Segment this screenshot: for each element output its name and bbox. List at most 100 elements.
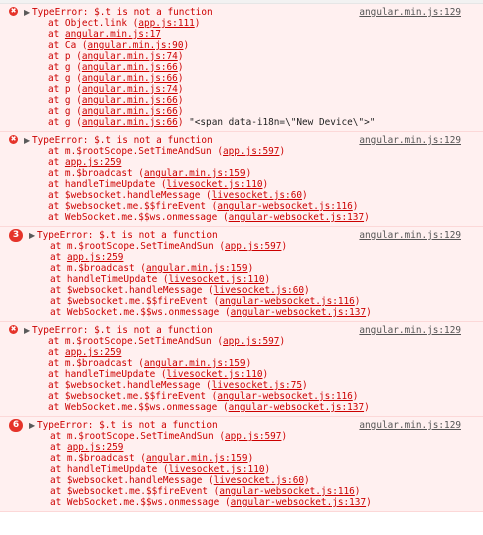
stack-frame: at p (angular.min.js:74) xyxy=(0,84,483,95)
stack-frame-link[interactable]: angular-websocket.js:116 xyxy=(219,296,354,307)
stack-frame-link[interactable]: angular.min.js:17 xyxy=(65,29,161,40)
stack-frame-close: ) xyxy=(304,285,310,296)
stack-frame: at app.js:259 xyxy=(0,252,483,263)
stack-frame: at g (angular.min.js:66) xyxy=(0,106,483,117)
stack-frame-link[interactable]: app.js:597 xyxy=(225,431,281,442)
stack-frame-text: at WebSocket.me.$$ws.onmessage ( xyxy=(50,307,231,318)
stack-frame-link[interactable]: angular.min.js:159 xyxy=(144,168,246,179)
stack-frame-link[interactable]: livesocket.js:110 xyxy=(167,369,263,380)
stack-frame-link[interactable]: angular-websocket.js:116 xyxy=(217,391,352,402)
stack-frame-text: at g ( xyxy=(48,117,82,128)
expand-triangle-icon[interactable]: ▶ xyxy=(24,325,30,336)
stack-frame-link[interactable]: livesocket.js:60 xyxy=(214,285,304,296)
stack-frame-close: ) xyxy=(304,475,310,486)
error-header-row[interactable]: 3 ▶ TypeError: $.t is not a function angula… xyxy=(0,229,483,242)
stack-frame-close: ) xyxy=(177,106,184,117)
stack-frame-link[interactable]: livesocket.js:110 xyxy=(169,274,265,285)
console-error-entry: 3 ▶ TypeError: $.t is not a function angula… xyxy=(0,227,483,322)
stack-frame-link[interactable]: angular.min.js:159 xyxy=(144,358,246,369)
stack-frame: at m.$rootScope.SetTimeAndSun (app.js:59… xyxy=(0,241,483,252)
stack-frame: at g (angular.min.js:66) xyxy=(0,62,483,73)
stack-frame-close: ) xyxy=(366,307,372,318)
stack-frame-link[interactable]: app.js:259 xyxy=(67,252,123,263)
stack-frame-link[interactable]: angular-websocket.js:137 xyxy=(231,497,366,508)
stack-frame-link[interactable]: angular.min.js:66 xyxy=(82,73,178,84)
stack-frame-close: ) xyxy=(262,369,269,380)
stack-frame-link[interactable]: angular.min.js:74 xyxy=(82,84,178,95)
stack-frame-text: at m.$broadcast ( xyxy=(48,358,144,369)
stack-frame: at app.js:259 xyxy=(0,347,483,358)
stack-frame-link[interactable]: angular-websocket.js:137 xyxy=(229,212,364,223)
stack-frame-link[interactable]: angular.min.js:66 xyxy=(82,62,178,73)
stack-frame: at m.$broadcast (angular.min.js:159) xyxy=(0,168,483,179)
stack-frame-text: at m.$rootScope.SetTimeAndSun ( xyxy=(48,336,223,347)
stack-frame-link[interactable]: angular.min.js:74 xyxy=(82,51,178,62)
source-link[interactable]: angular.min.js:129 xyxy=(359,7,461,18)
stack-frame-close: ) xyxy=(366,497,372,508)
error-header-row[interactable]: ✖ ▶ TypeError: $.t is not a function angula… xyxy=(0,325,483,336)
stack-frame: at m.$broadcast (angular.min.js:159) xyxy=(0,453,483,464)
stack-frame: at m.$rootScope.SetTimeAndSun (app.js:59… xyxy=(0,431,483,442)
console-error-entry: ✖ ▶ TypeError: $.t is not a function angula… xyxy=(0,322,483,417)
stack-frame-text: at $websocket.me.$$fireEvent ( xyxy=(48,201,218,212)
stack-frame: at WebSocket.me.$$ws.onmessage (angular-… xyxy=(0,307,483,318)
source-link[interactable]: angular.min.js:129 xyxy=(359,420,461,431)
stack-frame-link[interactable]: app.js:259 xyxy=(65,347,121,358)
stack-frame: at $websocket.handleMessage (livesocket.… xyxy=(0,380,483,391)
stack-frame: at $websocket.handleMessage (livesocket.… xyxy=(0,475,483,486)
expand-triangle-icon[interactable]: ▶ xyxy=(29,420,35,431)
stack-frame-link[interactable]: angular.min.js:90 xyxy=(88,40,184,51)
stack-frame-text: at Object.link ( xyxy=(48,18,139,29)
source-link[interactable]: angular.min.js:129 xyxy=(359,135,461,146)
stack-frame-text: at $websocket.me.$$fireEvent ( xyxy=(50,296,220,307)
stack-frame-link[interactable]: angular-websocket.js:137 xyxy=(231,307,366,318)
error-header-row[interactable]: ✖ ▶ TypeError: $.t is not a function angula… xyxy=(0,135,483,146)
stack-frame-close: ) xyxy=(247,263,254,274)
error-icon: ✖ xyxy=(9,135,18,144)
stack-frame-link[interactable]: app.js:111 xyxy=(138,18,194,29)
stack-frame-link[interactable]: angular-websocket.js:137 xyxy=(229,402,364,413)
stack-frame-text: at m.$rootScope.SetTimeAndSun ( xyxy=(50,241,225,252)
stack-frame-link[interactable]: app.js:597 xyxy=(225,241,281,252)
expand-triangle-icon[interactable]: ▶ xyxy=(29,230,35,241)
stack-frame-text: at handleTimeUpdate ( xyxy=(48,369,167,380)
stack-frame-link[interactable]: livesocket.js:60 xyxy=(212,190,302,201)
stack-frame-link[interactable]: livesocket.js:75 xyxy=(212,380,302,391)
console-error-entry: 6 ▶ TypeError: $.t is not a function angula… xyxy=(0,417,483,512)
error-icon: ✖ xyxy=(9,325,18,334)
stack-frame-link[interactable]: angular-websocket.js:116 xyxy=(217,201,352,212)
source-link[interactable]: angular.min.js:129 xyxy=(359,230,461,241)
stack-frame-close: ) xyxy=(279,336,286,347)
stack-frame-text: at xyxy=(48,29,65,40)
expand-triangle-icon[interactable]: ▶ xyxy=(24,135,30,146)
stack-frame: at m.$rootScope.SetTimeAndSun (app.js:59… xyxy=(0,146,483,157)
stack-frame-link[interactable]: angular-websocket.js:116 xyxy=(219,486,354,497)
stack-frame: at g (angular.min.js:66) xyxy=(0,95,483,106)
stack-frame-link[interactable]: app.js:597 xyxy=(223,146,279,157)
stack-frame-close: ) xyxy=(177,62,184,73)
stack-frame-link[interactable]: angular.min.js:66 xyxy=(82,106,178,117)
stack-frame-link[interactable]: livesocket.js:60 xyxy=(214,475,304,486)
stack-frame-close: ) xyxy=(352,391,359,402)
stack-frame: at handleTimeUpdate (livesocket.js:110) xyxy=(0,464,483,475)
stack-frame-text: at xyxy=(48,347,65,358)
stack-frame-link[interactable]: livesocket.js:110 xyxy=(167,179,263,190)
stack-frame-link[interactable]: angular.min.js:66 xyxy=(82,117,178,128)
stack-frame: at $websocket.me.$$fireEvent (angular-we… xyxy=(0,201,483,212)
stack-frame-link[interactable]: livesocket.js:110 xyxy=(169,464,265,475)
stack-frame-link[interactable]: app.js:259 xyxy=(65,157,121,168)
stack-frame-close: ) xyxy=(302,380,308,391)
stack-frame: at Object.link (app.js:111) xyxy=(0,18,483,29)
stack-frame-link[interactable]: angular.min.js:159 xyxy=(146,263,248,274)
error-header-row[interactable]: ✖ ▶ TypeError: $.t is not a function angula… xyxy=(0,7,483,18)
error-header-row[interactable]: 6 ▶ TypeError: $.t is not a function angula… xyxy=(0,419,483,432)
stack-frame-link[interactable]: app.js:259 xyxy=(67,442,123,453)
stack-frame-link[interactable]: angular.min.js:159 xyxy=(146,453,248,464)
stack-frame-link[interactable]: angular.min.js:66 xyxy=(82,95,178,106)
stack-frame-text: at m.$rootScope.SetTimeAndSun ( xyxy=(48,146,223,157)
stack-frame-close: ) xyxy=(354,486,361,497)
stack-frame: at p (angular.min.js:74) xyxy=(0,51,483,62)
source-link[interactable]: angular.min.js:129 xyxy=(359,325,461,336)
stack-frame-link[interactable]: app.js:597 xyxy=(223,336,279,347)
expand-triangle-icon[interactable]: ▶ xyxy=(24,7,30,18)
